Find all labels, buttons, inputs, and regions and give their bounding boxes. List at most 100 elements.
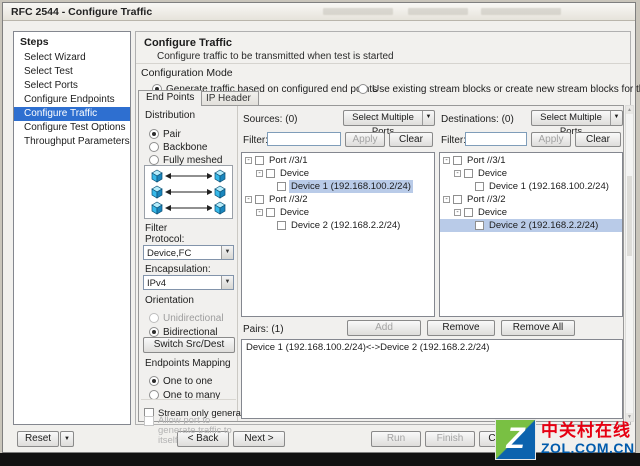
chevron-down-icon[interactable]: ▼	[610, 111, 622, 125]
reset-button[interactable]: Reset	[17, 431, 59, 447]
steps-item[interactable]: Configure Test Options	[14, 121, 130, 135]
checkbox-icon	[144, 416, 154, 426]
run-button[interactable]: Run	[371, 431, 421, 447]
checkbox-icon[interactable]	[464, 208, 473, 217]
reset-dropdown-button[interactable]: ▼	[60, 431, 74, 447]
allow-port-self-label: Allow port to generate traffic to itself	[158, 416, 236, 446]
radio-selected-icon[interactable]	[149, 327, 159, 337]
radio-unselected-icon[interactable]	[149, 155, 159, 165]
destinations-count-label: Destinations: (0)	[441, 114, 514, 125]
checkbox-icon[interactable]	[277, 182, 286, 191]
tree-node-label: Port //3/2	[267, 193, 310, 206]
vertical-scrollbar[interactable]: ▲ ▼	[625, 105, 634, 422]
switch-src-dest-button[interactable]: Switch Src/Dest	[143, 337, 235, 353]
collapse-icon[interactable]: -	[256, 209, 263, 216]
page-title: Configure Traffic	[144, 37, 232, 49]
main-panel: Configure Traffic Configure traffic to b…	[135, 31, 631, 425]
pairs-list[interactable]: Device 1 (192.168.100.2/24)<->Device 2 (…	[241, 339, 623, 419]
remove-all-pairs-button[interactable]: Remove All	[501, 320, 575, 336]
tree-node[interactable]: - Device	[440, 206, 622, 219]
tree-node[interactable]: -Device	[242, 206, 434, 219]
steps-item[interactable]: Select Test	[14, 65, 130, 79]
protocol-dropdown[interactable]: Device,FC ▼	[143, 245, 234, 260]
tree-node[interactable]: Device 1 (192.168.100.2/24)	[440, 180, 622, 193]
checkbox-icon[interactable]	[266, 169, 275, 178]
checkbox-icon[interactable]	[255, 156, 264, 165]
destinations-filter-input[interactable]	[465, 132, 527, 146]
filter-section-label: Filter	[145, 223, 167, 234]
tree-node[interactable]: - Port //3/2	[242, 193, 434, 206]
steps-item[interactable]: Select Ports	[14, 79, 130, 93]
tree-node[interactable]: Device 2 (192.168.2.2/24)	[440, 219, 622, 232]
checkbox-icon[interactable]	[464, 169, 473, 178]
sources-tree: -Port //3/1-DeviceDevice 1 (192.168.100.…	[241, 152, 435, 317]
steps-item[interactable]: Configure Endpoints	[14, 93, 130, 107]
radio-one-to-many[interactable]: One to many	[149, 385, 220, 403]
checkbox-icon[interactable]	[475, 221, 484, 230]
steps-item[interactable]: Throughput Parameters	[14, 135, 130, 149]
checkbox-icon[interactable]	[453, 156, 462, 165]
pair-item[interactable]: Device 1 (192.168.100.2/24)<->Device 2 (…	[246, 342, 618, 354]
tree-node[interactable]: Device 2 (192.168.2.2/24)	[242, 219, 434, 232]
destinations-select-multiple-ports-button[interactable]: Select Multiple Ports ▼	[531, 110, 623, 126]
sources-filter-input[interactable]	[267, 132, 341, 146]
destinations-clear-button[interactable]: Clear	[575, 132, 621, 147]
steps-header: Steps	[14, 32, 130, 51]
checkbox-icon[interactable]	[277, 221, 286, 230]
scroll-up-icon[interactable]: ▲	[626, 106, 633, 114]
encapsulation-label: Encapsulation:	[145, 264, 211, 275]
collapse-icon[interactable]: -	[245, 196, 252, 203]
collapse-icon[interactable]: -	[245, 157, 252, 164]
zol-site-url: ZOL.COM.CN	[541, 440, 635, 456]
zol-logo-icon: Z	[495, 419, 536, 460]
orientation-label: Orientation	[145, 295, 194, 306]
chevron-down-icon[interactable]: ▼	[221, 276, 233, 289]
destinations-apply-button[interactable]: Apply	[531, 132, 571, 147]
checkbox-icon[interactable]	[255, 195, 264, 204]
collapse-icon[interactable]: -	[454, 170, 461, 177]
tree-node[interactable]: -Port //3/2	[440, 193, 622, 206]
checkbox-icon[interactable]	[453, 195, 462, 204]
scrollbar-thumb[interactable]	[627, 176, 632, 256]
bidirectional-arrow-icon	[165, 188, 212, 196]
tree-node[interactable]: Device 1 (192.168.100.2/24)	[242, 180, 434, 193]
collapse-icon[interactable]: -	[454, 209, 461, 216]
collapse-icon[interactable]: -	[443, 196, 450, 203]
sources-clear-button[interactable]: Clear	[389, 132, 433, 147]
collapse-icon[interactable]: -	[256, 170, 263, 177]
steps-item[interactable]: Configure Traffic	[14, 107, 130, 121]
tab-end-points[interactable]: End Points	[138, 90, 202, 106]
finish-button[interactable]: Finish	[425, 431, 475, 447]
bidirectional-arrow-icon	[165, 172, 212, 180]
tree-node[interactable]: -Port //3/1	[242, 154, 434, 167]
tree-node-label: Device 2 (192.168.2.2/24)	[487, 219, 600, 232]
steps-item[interactable]: Select Wizard	[14, 51, 130, 65]
remove-pair-button[interactable]: Remove	[427, 320, 495, 336]
add-pair-button[interactable]: Add	[347, 320, 421, 336]
tree-node[interactable]: -Device	[242, 167, 434, 180]
section-divider	[141, 399, 236, 400]
sources-select-multiple-ports-button[interactable]: Select Multiple Ports ▼	[343, 110, 435, 126]
tree-node-label: Device	[476, 206, 509, 219]
chevron-down-icon[interactable]: ▼	[422, 111, 434, 125]
tree-node[interactable]: -Port //3/1	[440, 154, 622, 167]
tree-node[interactable]: - Device	[440, 167, 622, 180]
pair-diagram-row	[149, 185, 228, 200]
encapsulation-dropdown[interactable]: IPv4 ▼	[143, 275, 234, 290]
checkbox-icon[interactable]	[266, 208, 275, 217]
tree-node-label: Device 1 (192.168.100.2/24)	[289, 180, 413, 193]
radio-existing-streams[interactable]: Use existing stream blocks or create new…	[358, 79, 640, 97]
checkbox-icon[interactable]	[475, 182, 484, 191]
radio-unselected-icon[interactable]	[358, 84, 368, 94]
sources-count-label: Sources: (0)	[243, 114, 297, 125]
title-bar[interactable]: RFC 2544 - Configure Traffic	[3, 3, 635, 21]
tree-node-label: Device	[476, 167, 509, 180]
collapse-icon[interactable]: -	[443, 157, 450, 164]
chevron-down-icon[interactable]: ▼	[221, 246, 233, 259]
sources-apply-button[interactable]: Apply	[345, 132, 385, 147]
next-button[interactable]: Next >	[233, 431, 285, 447]
destinations-tree: -Port //3/1-DeviceDevice 1 (192.168.100.…	[439, 152, 623, 317]
tab-ip-header[interactable]: IP Header	[198, 91, 259, 105]
background-window-artifact	[408, 8, 468, 15]
node-cube-icon	[212, 201, 228, 215]
